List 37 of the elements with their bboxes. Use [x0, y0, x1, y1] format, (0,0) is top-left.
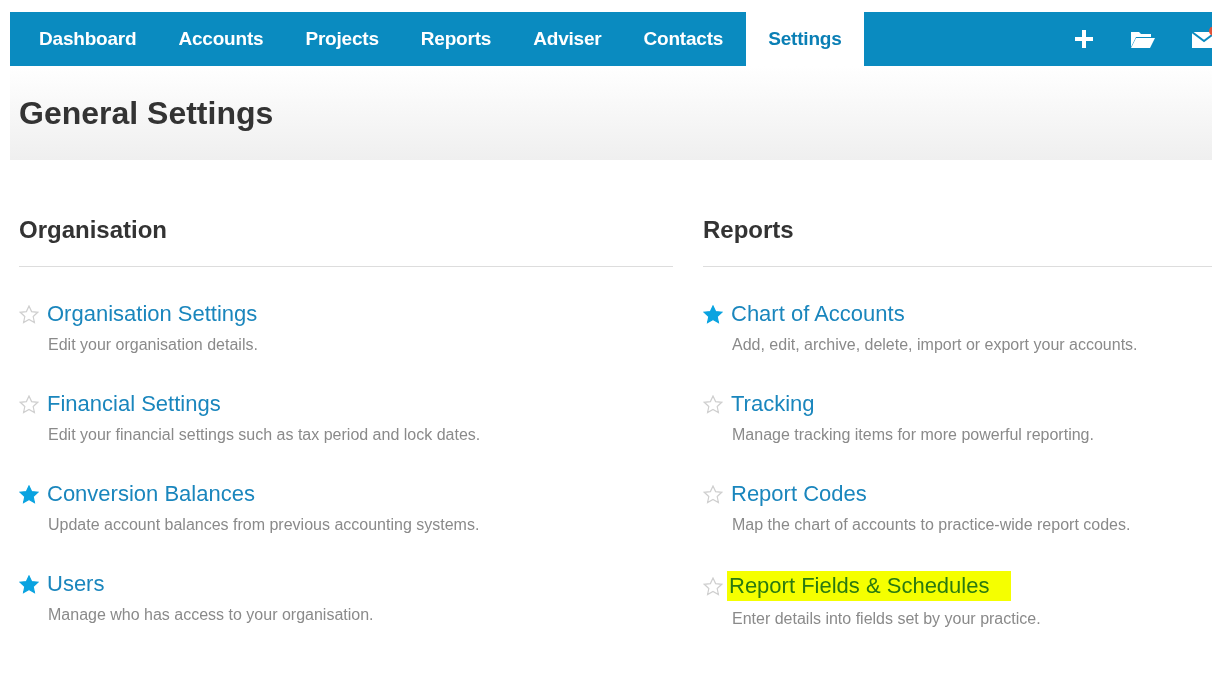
page-title: General Settings [19, 94, 274, 132]
star-outline-icon[interactable] [703, 484, 723, 504]
setting-description: Edit your organisation details. [48, 336, 259, 354]
settings-link[interactable]: Tracking [731, 391, 815, 417]
setting-description: Map the chart of accounts to practice-wide report codes. [732, 516, 1132, 534]
settings-link[interactable]: Chart of Accounts [731, 301, 905, 327]
nav-tab[interactable]: Projects [284, 12, 400, 66]
setting-description: Edit your financial settings such as tax period and lock dates. [48, 426, 482, 444]
setting-description: Manage who has access to your organisation. [48, 606, 375, 624]
star-outline-icon[interactable] [19, 394, 39, 414]
section-title: Organisation [19, 216, 673, 267]
filled-star-icon[interactable] [703, 304, 723, 324]
nav-tab[interactable]: Adviser [512, 12, 623, 66]
settings-link[interactable]: Conversion Balances [47, 481, 255, 507]
nav-tab[interactable]: Reports [399, 12, 513, 66]
star-outline-icon[interactable] [19, 304, 39, 324]
settings-link[interactable]: Report Codes [731, 481, 867, 507]
settings-link[interactable]: Users [47, 571, 105, 597]
filled-star-icon[interactable] [19, 484, 39, 504]
mail-icon[interactable] [1192, 27, 1212, 49]
nav-tab[interactable]: Contacts [622, 12, 745, 66]
nav-tab[interactable]: Accounts [157, 12, 285, 66]
settings-link[interactable]: Report Fields & Schedules [727, 571, 1012, 601]
nav-tab[interactable]: Dashboard [18, 12, 158, 66]
setting-description: Update account balances from previous accounting systems. [48, 516, 481, 534]
settings-link[interactable]: Financial Settings [47, 391, 221, 417]
star-outline-icon[interactable] [703, 394, 723, 414]
folder-icon[interactable] [1130, 29, 1156, 49]
section-title: Reports [703, 216, 1212, 267]
settings-link[interactable]: Organisation Settings [47, 301, 258, 327]
nav-tab[interactable]: Settings [746, 12, 864, 66]
plus-icon[interactable] [1074, 29, 1094, 49]
filled-star-icon[interactable] [19, 574, 39, 594]
setting-description: Add, edit, archive, delete, import or export your accounts. [732, 336, 1139, 354]
star-outline-icon[interactable] [703, 576, 723, 596]
setting-description: Manage tracking items for more powerful reporting. [732, 426, 1095, 444]
setting-description: Enter details into fields set by your practice. [732, 610, 1042, 628]
